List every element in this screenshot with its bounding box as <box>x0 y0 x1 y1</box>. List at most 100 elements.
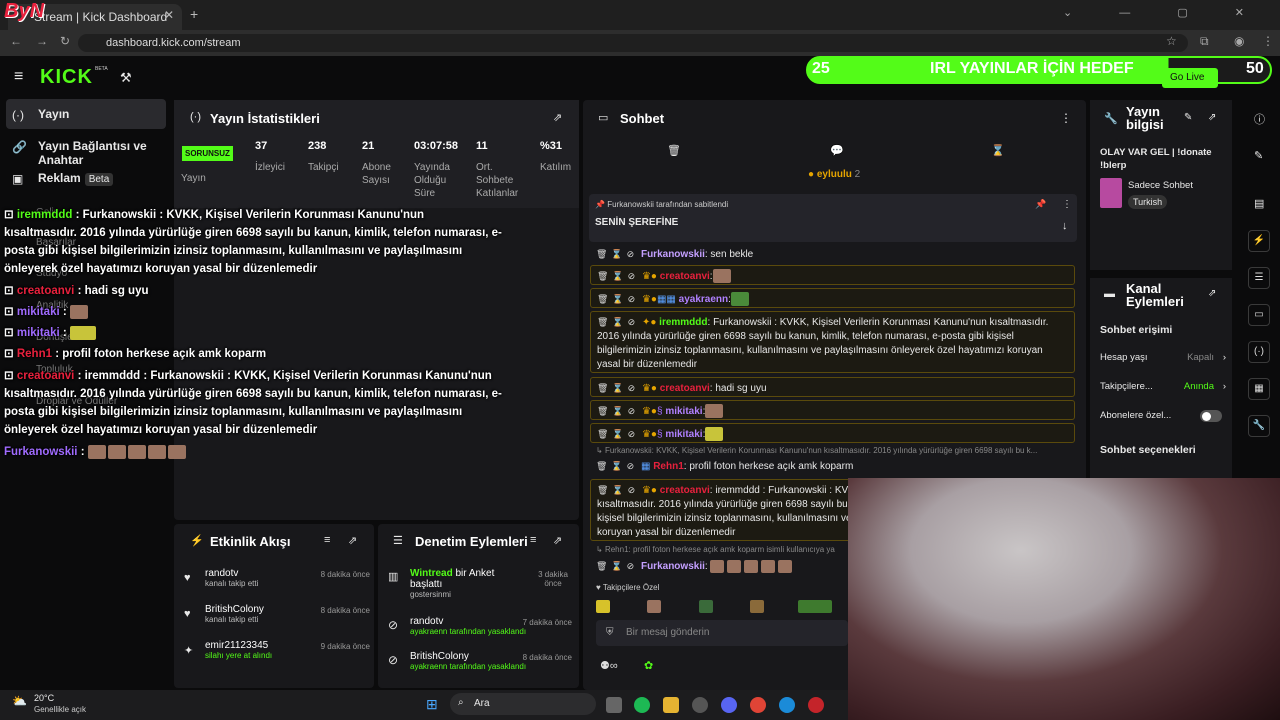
wrench-tool-icon[interactable]: 🔧 <box>1248 415 1270 437</box>
layout-icon[interactable]: ▤ <box>1254 197 1264 210</box>
hamburger-icon[interactable]: ≡ <box>14 68 23 86</box>
kick-logo[interactable]: KICK <box>40 66 93 89</box>
popout-icon[interactable]: ⇗ <box>553 534 562 547</box>
activity-desc: kanalı takip etti <box>205 579 259 588</box>
url-field[interactable]: dashboard.kick.com/stream <box>78 34 1188 52</box>
sidebar-item-stream-key[interactable]: Yayın Bağlantısı ve Anahtar <box>6 131 166 167</box>
back-icon[interactable]: ← <box>10 34 22 48</box>
subs-only-toggle[interactable] <box>1200 410 1222 422</box>
moderator-name[interactable]: Wintread <box>410 568 453 579</box>
broadcast-tool-icon[interactable]: (·) <box>1248 341 1270 363</box>
chat-username[interactable]: creatoanvi <box>660 485 710 496</box>
category-name[interactable]: Sadece Sohbet <box>1128 180 1193 191</box>
activity-title: Etkinlik Akışı <box>210 534 291 549</box>
new-tab-icon[interactable]: + <box>190 6 198 22</box>
popout-icon[interactable]: ⇗ <box>348 534 357 547</box>
forward-icon[interactable]: → <box>36 34 48 48</box>
mod-tools[interactable]: 🗑⌛⊘ <box>596 249 638 259</box>
heart-icon: ♥ <box>184 608 191 620</box>
panel-tool-icon[interactable]: ▦ <box>1248 378 1270 400</box>
sidebar-item-reklam[interactable]: Reklam Beta <box>6 163 166 193</box>
chat-input[interactable]: Bir mesaj gönderin <box>596 620 848 646</box>
lightning-icon: ⚡ <box>190 535 204 547</box>
bookmark-star-icon[interactable]: ☆ <box>1166 34 1177 48</box>
ban-icon: ⊘ <box>388 618 399 632</box>
followers-row[interactable]: Takipçilere... Anında › <box>1100 381 1226 392</box>
pinned-user[interactable]: eyluulu <box>817 169 852 180</box>
chat-username[interactable]: iremmddd <box>659 317 707 328</box>
pencil-icon[interactable]: ✎ <box>1254 149 1263 162</box>
moderation-item: ⊘ randotv ayakraenn tarafından yasakland… <box>388 616 572 636</box>
chat-placeholder: Bir mesaj gönderin <box>626 627 710 638</box>
app-icon[interactable] <box>692 697 708 713</box>
file-explorer-icon[interactable] <box>663 697 679 713</box>
chat-message: 🗑⌛⊘ ✦● iremmddd: Furkanowskii : KVKK, Ki… <box>590 311 1075 373</box>
chat-tool-icon[interactable]: ▭ <box>1248 304 1270 326</box>
shield-icon: ⛨ <box>606 627 614 638</box>
stat-katilim: %31 Katılım <box>540 140 576 174</box>
reply-context: ↳ Rehn1: profil foton herkese açık amk k… <box>596 545 835 554</box>
overlay-line: önleyerek özel hayatımızı koruyan yasal … <box>4 424 318 436</box>
beta-badge: Beta <box>84 173 114 186</box>
poll-title: gostersinmi <box>410 590 451 599</box>
popout-icon[interactable]: ⇗ <box>553 111 562 124</box>
speech-icon[interactable]: 💬 <box>830 144 844 157</box>
list-tool-icon[interactable]: ☰ <box>1248 267 1270 289</box>
obs-icon[interactable] <box>808 697 824 713</box>
pinned-menu-icon[interactable]: ⋮ <box>1062 199 1072 210</box>
chat-message: 🗑⌛⊘ ♛●§ mikitaki: <box>590 423 1075 443</box>
heart-icon: ♥ <box>184 572 191 584</box>
activity-item: ♥ BritishColony kanalı takip etti 8 daki… <box>184 604 370 624</box>
hourglass-icon[interactable]: ⌛ <box>991 144 1005 157</box>
edit-icon[interactable]: ✎ <box>1184 112 1192 123</box>
chat-username[interactable]: Rehn1 <box>653 461 684 472</box>
menu-dots-icon[interactable]: ⋮ <box>1262 34 1274 48</box>
profile-avatar[interactable]: ◉ <box>1234 34 1244 48</box>
popout-icon[interactable]: ⇗ <box>1208 288 1216 299</box>
expand-icon[interactable]: ↓ <box>1062 220 1068 232</box>
chat-username[interactable]: creatoanvi <box>660 383 710 394</box>
sidebar-item-yayin[interactable]: Yayın <box>6 99 166 129</box>
chat-settings-icon[interactable]: ⚉∞ <box>600 659 618 672</box>
chrome-icon[interactable] <box>750 697 766 713</box>
edge-icon[interactable] <box>779 697 795 713</box>
spotify-icon[interactable] <box>634 697 650 713</box>
filter-icon[interactable]: ≡ <box>530 534 536 546</box>
chat-username[interactable]: Furkanowskii <box>641 249 705 260</box>
chat-username[interactable]: creatoanvi <box>660 271 710 282</box>
chat-menu-icon[interactable]: ⋮ <box>1060 111 1072 125</box>
window-controls[interactable]: ⌄ — ▢ ✕ <box>1063 6 1266 19</box>
weather-temp[interactable]: 20°C <box>34 693 54 703</box>
info-icon[interactable]: ⓘ <box>1254 111 1265 127</box>
account-age-row[interactable]: Hesap yaşı Kapalı › <box>1100 352 1226 363</box>
trash-icon[interactable]: 🗑 <box>667 144 681 157</box>
search-placeholder: Ara <box>474 698 490 709</box>
chat-username[interactable]: mikitaki <box>665 406 702 417</box>
chat-username[interactable]: mikitaki <box>665 429 702 440</box>
taskbar-search[interactable]: Ara <box>450 693 596 715</box>
tools-icon[interactable]: ⚒ <box>120 70 132 86</box>
go-live-button[interactable]: Go Live <box>1162 68 1218 88</box>
chat-access-heading: Sohbet erişimi <box>1100 324 1173 336</box>
unpin-icon[interactable]: 📌 <box>1035 199 1046 210</box>
emote-bar[interactable] <box>596 598 846 614</box>
filter-icon[interactable]: ≡ <box>324 534 330 546</box>
discord-icon[interactable] <box>721 697 737 713</box>
emote-picker-icon[interactable]: ✿ <box>644 659 653 672</box>
overlay-line: kısaltmasıdır. 2016 yılında yürürlüğe gi… <box>4 388 502 400</box>
popout-icon[interactable]: ⇗ <box>1208 112 1216 123</box>
reload-icon[interactable]: ↻ <box>60 34 70 48</box>
lightning-tool-icon[interactable]: ⚡ <box>1248 230 1270 252</box>
extensions-icon[interactable]: ⧉ <box>1200 34 1209 49</box>
windows-start-icon[interactable]: ⊞ <box>426 696 438 713</box>
stat-label: Ort. Sohbete Katılanlar <box>476 162 519 199</box>
taskview-icon[interactable] <box>606 697 622 713</box>
close-tab-icon[interactable]: ✕ <box>164 8 174 22</box>
chat-title: Sohbet <box>620 111 665 126</box>
stat-label: Yayında Olduğu Süre <box>414 162 450 199</box>
chat-username[interactable]: ayakraenn <box>679 294 728 305</box>
stat-label: İzleyici <box>255 162 286 173</box>
stat-value: 238 <box>308 140 327 152</box>
chat-username[interactable]: Furkanowskii <box>641 561 705 572</box>
status-badge: SORUNSUZ <box>182 146 233 161</box>
